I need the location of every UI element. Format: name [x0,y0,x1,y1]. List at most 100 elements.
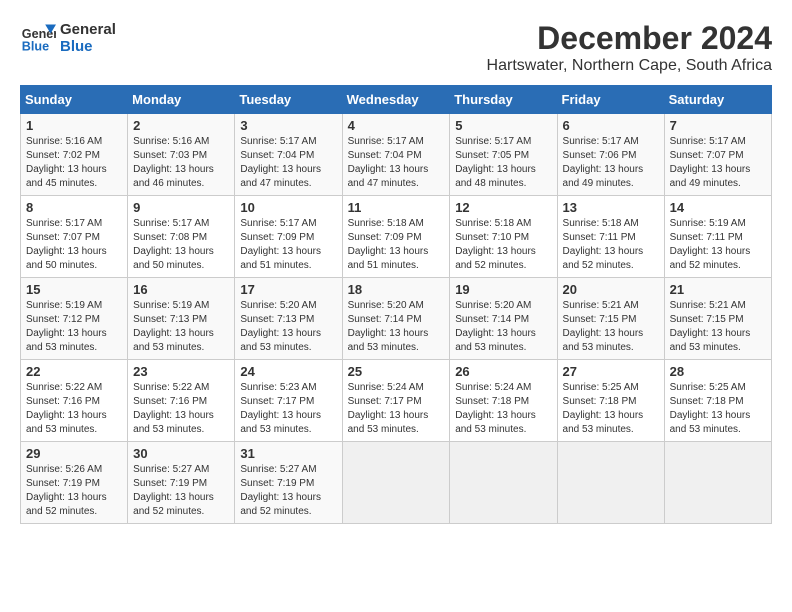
day-info: Sunrise: 5:21 AMSunset: 7:15 PMDaylight:… [563,300,644,353]
table-row: 1 Sunrise: 5:16 AMSunset: 7:02 PMDayligh… [21,114,128,196]
table-row: 7 Sunrise: 5:17 AMSunset: 7:07 PMDayligh… [664,114,771,196]
col-friday: Friday [557,86,664,114]
day-number: 7 [670,118,766,133]
calendar-table: Sunday Monday Tuesday Wednesday Thursday… [20,85,772,524]
day-info: Sunrise: 5:17 AMSunset: 7:09 PMDaylight:… [240,218,321,271]
day-number: 21 [670,282,766,297]
table-row: 16 Sunrise: 5:19 AMSunset: 7:13 PMDaylig… [128,278,235,360]
day-info: Sunrise: 5:27 AMSunset: 7:19 PMDaylight:… [240,464,321,517]
day-info: Sunrise: 5:18 AMSunset: 7:09 PMDaylight:… [348,218,429,271]
logo-blue: Blue [60,38,116,55]
table-row: 17 Sunrise: 5:20 AMSunset: 7:13 PMDaylig… [235,278,342,360]
day-number: 5 [455,118,551,133]
day-number: 19 [455,282,551,297]
day-number: 9 [133,200,229,215]
day-number: 29 [26,446,122,461]
day-info: Sunrise: 5:19 AMSunset: 7:12 PMDaylight:… [26,300,107,353]
calendar-week-row: 15 Sunrise: 5:19 AMSunset: 7:12 PMDaylig… [21,278,772,360]
day-number: 6 [563,118,659,133]
day-number: 27 [563,364,659,379]
table-row: 25 Sunrise: 5:24 AMSunset: 7:17 PMDaylig… [342,360,450,442]
day-number: 28 [670,364,766,379]
day-number: 15 [26,282,122,297]
table-row: 12 Sunrise: 5:18 AMSunset: 7:10 PMDaylig… [450,196,557,278]
logo-general: General [60,21,116,38]
page-title: December 2024 [487,20,772,57]
day-number: 13 [563,200,659,215]
table-row: 3 Sunrise: 5:17 AMSunset: 7:04 PMDayligh… [235,114,342,196]
day-number: 22 [26,364,122,379]
col-sunday: Sunday [21,86,128,114]
svg-text:Blue: Blue [22,40,49,54]
day-info: Sunrise: 5:24 AMSunset: 7:17 PMDaylight:… [348,382,429,435]
table-row [342,442,450,524]
table-row: 21 Sunrise: 5:21 AMSunset: 7:15 PMDaylig… [664,278,771,360]
day-number: 12 [455,200,551,215]
page-header: General Blue General Blue December 2024 … [20,20,772,75]
day-info: Sunrise: 5:20 AMSunset: 7:13 PMDaylight:… [240,300,321,353]
table-row: 24 Sunrise: 5:23 AMSunset: 7:17 PMDaylig… [235,360,342,442]
calendar-week-row: 8 Sunrise: 5:17 AMSunset: 7:07 PMDayligh… [21,196,772,278]
day-info: Sunrise: 5:22 AMSunset: 7:16 PMDaylight:… [26,382,107,435]
logo: General Blue General Blue [20,20,116,56]
day-info: Sunrise: 5:18 AMSunset: 7:11 PMDaylight:… [563,218,644,271]
col-thursday: Thursday [450,86,557,114]
day-number: 30 [133,446,229,461]
day-info: Sunrise: 5:25 AMSunset: 7:18 PMDaylight:… [670,382,751,435]
table-row: 2 Sunrise: 5:16 AMSunset: 7:03 PMDayligh… [128,114,235,196]
day-number: 1 [26,118,122,133]
day-info: Sunrise: 5:24 AMSunset: 7:18 PMDaylight:… [455,382,536,435]
day-number: 10 [240,200,336,215]
calendar-week-row: 29 Sunrise: 5:26 AMSunset: 7:19 PMDaylig… [21,442,772,524]
day-info: Sunrise: 5:17 AMSunset: 7:04 PMDaylight:… [240,136,321,189]
day-info: Sunrise: 5:16 AMSunset: 7:02 PMDaylight:… [26,136,107,189]
table-row: 10 Sunrise: 5:17 AMSunset: 7:09 PMDaylig… [235,196,342,278]
day-info: Sunrise: 5:26 AMSunset: 7:19 PMDaylight:… [26,464,107,517]
day-number: 23 [133,364,229,379]
day-info: Sunrise: 5:21 AMSunset: 7:15 PMDaylight:… [670,300,751,353]
col-wednesday: Wednesday [342,86,450,114]
day-info: Sunrise: 5:17 AMSunset: 7:06 PMDaylight:… [563,136,644,189]
col-saturday: Saturday [664,86,771,114]
col-monday: Monday [128,86,235,114]
table-row: 6 Sunrise: 5:17 AMSunset: 7:06 PMDayligh… [557,114,664,196]
table-row: 23 Sunrise: 5:22 AMSunset: 7:16 PMDaylig… [128,360,235,442]
table-row: 5 Sunrise: 5:17 AMSunset: 7:05 PMDayligh… [450,114,557,196]
day-number: 26 [455,364,551,379]
day-number: 2 [133,118,229,133]
title-area: December 2024 Hartswater, Northern Cape,… [487,20,772,75]
day-info: Sunrise: 5:17 AMSunset: 7:05 PMDaylight:… [455,136,536,189]
day-info: Sunrise: 5:25 AMSunset: 7:18 PMDaylight:… [563,382,644,435]
table-row: 15 Sunrise: 5:19 AMSunset: 7:12 PMDaylig… [21,278,128,360]
day-info: Sunrise: 5:20 AMSunset: 7:14 PMDaylight:… [455,300,536,353]
table-row [557,442,664,524]
day-number: 11 [348,200,445,215]
table-row: 14 Sunrise: 5:19 AMSunset: 7:11 PMDaylig… [664,196,771,278]
day-info: Sunrise: 5:17 AMSunset: 7:08 PMDaylight:… [133,218,214,271]
table-row: 26 Sunrise: 5:24 AMSunset: 7:18 PMDaylig… [450,360,557,442]
table-row: 18 Sunrise: 5:20 AMSunset: 7:14 PMDaylig… [342,278,450,360]
day-info: Sunrise: 5:17 AMSunset: 7:07 PMDaylight:… [670,136,751,189]
day-info: Sunrise: 5:17 AMSunset: 7:04 PMDaylight:… [348,136,429,189]
day-info: Sunrise: 5:17 AMSunset: 7:07 PMDaylight:… [26,218,107,271]
day-info: Sunrise: 5:27 AMSunset: 7:19 PMDaylight:… [133,464,214,517]
calendar-header-row: Sunday Monday Tuesday Wednesday Thursday… [21,86,772,114]
table-row: 29 Sunrise: 5:26 AMSunset: 7:19 PMDaylig… [21,442,128,524]
table-row: 30 Sunrise: 5:27 AMSunset: 7:19 PMDaylig… [128,442,235,524]
logo-icon: General Blue [20,20,56,56]
day-info: Sunrise: 5:18 AMSunset: 7:10 PMDaylight:… [455,218,536,271]
day-info: Sunrise: 5:20 AMSunset: 7:14 PMDaylight:… [348,300,429,353]
page-subtitle: Hartswater, Northern Cape, South Africa [487,57,772,75]
table-row: 28 Sunrise: 5:25 AMSunset: 7:18 PMDaylig… [664,360,771,442]
calendar-week-row: 22 Sunrise: 5:22 AMSunset: 7:16 PMDaylig… [21,360,772,442]
day-info: Sunrise: 5:19 AMSunset: 7:13 PMDaylight:… [133,300,214,353]
day-number: 31 [240,446,336,461]
table-row [450,442,557,524]
table-row: 22 Sunrise: 5:22 AMSunset: 7:16 PMDaylig… [21,360,128,442]
day-number: 18 [348,282,445,297]
day-info: Sunrise: 5:16 AMSunset: 7:03 PMDaylight:… [133,136,214,189]
calendar-week-row: 1 Sunrise: 5:16 AMSunset: 7:02 PMDayligh… [21,114,772,196]
day-number: 25 [348,364,445,379]
day-number: 24 [240,364,336,379]
day-number: 16 [133,282,229,297]
